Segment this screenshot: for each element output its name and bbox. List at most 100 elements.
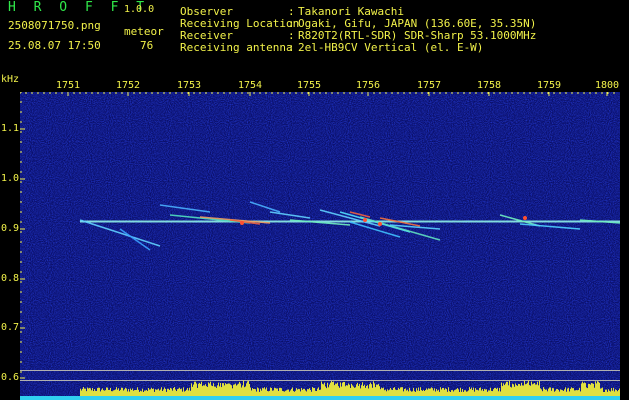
level-bar [463,391,464,396]
level-bar [326,388,327,396]
level-bar [146,389,147,396]
level-bar [297,389,298,396]
level-bar [595,381,596,396]
level-bar [350,387,351,396]
level-bar [221,387,222,396]
level-bar [194,381,195,396]
level-bar [325,386,326,396]
level-bar [253,389,254,396]
level-bar [208,382,209,396]
level-bar [562,390,563,396]
level-bar [543,387,544,396]
level-bar [249,383,250,396]
level-bar [93,391,94,396]
level-bar [593,383,594,396]
level-bar [458,389,459,396]
level-bar [553,388,554,396]
level-bar [267,390,268,396]
level-bar [232,388,233,396]
level-baseline [20,396,620,400]
level-bar [339,387,340,396]
level-bar [386,391,387,396]
level-bar [577,390,578,396]
level-bar [141,391,142,396]
level-bar [226,384,227,396]
level-bar [362,382,363,396]
level-bar [374,383,375,396]
level-bar [235,383,236,396]
level-bar [484,388,485,396]
level-bar [84,388,85,396]
frequency-tick-label: 1.0 [1,173,20,184]
level-bar [406,390,407,396]
level-bar [506,381,507,396]
level-bar [513,384,514,396]
level-bar [537,381,538,396]
level-bar [524,380,525,396]
level-bar [286,390,287,396]
level-bar [82,388,83,396]
level-bar [102,388,103,396]
level-bar [365,387,366,396]
level-bar [376,384,377,396]
level-bar [264,387,265,396]
level-bar [119,390,120,396]
time-tick-label: 1757 [417,80,442,91]
level-bar [420,387,421,396]
level-bar [191,383,192,396]
level-bar [527,382,528,396]
level-bar [104,390,105,396]
level-bar [410,390,411,396]
level-bar [171,388,172,396]
level-bar [522,385,523,396]
level-bar [282,390,283,396]
level-bar [515,383,516,396]
level-bar [161,387,162,396]
frequency-tick-label: 0.7 [1,322,20,333]
level-bar [157,389,158,396]
level-bar [612,390,613,396]
level-bar [399,389,400,396]
level-bar [566,391,567,396]
level-bar [341,386,342,396]
level-bar [369,384,370,396]
level-bar [156,389,157,396]
level-bar [450,391,451,396]
level-bar [579,387,580,396]
level-bar [465,390,466,396]
level-bar [380,389,381,396]
level-bar [588,383,589,396]
level-bar [571,387,572,396]
level-bar [589,383,590,396]
level-bar [173,388,174,396]
level-bar [85,388,86,396]
level-bar [210,381,211,396]
level-bar [263,388,264,396]
level-bar [394,387,395,396]
level-bar [101,389,102,396]
level-bar [271,388,272,396]
level-bar [545,389,546,396]
level-bar [432,388,433,396]
level-bar [153,388,154,396]
antenna-value: 2el-HB9CV Vertical (el. E-W) [298,41,484,54]
level-bar [390,387,391,396]
level-bar [205,384,206,396]
level-bar [397,389,398,396]
level-bar [94,389,95,396]
level-bar [133,390,134,396]
level-bar [227,383,228,396]
level-bar [533,383,534,396]
level-bar [197,387,198,396]
level-bar [240,383,241,396]
level-bar [568,387,569,396]
level-bar [333,381,334,396]
level-bar [125,387,126,396]
level-bar [443,387,444,396]
level-bar [467,391,468,396]
level-bar [575,390,576,396]
level-bar [617,391,618,396]
level-bar [80,388,81,396]
level-bar [509,380,510,396]
level-bar [485,389,486,396]
